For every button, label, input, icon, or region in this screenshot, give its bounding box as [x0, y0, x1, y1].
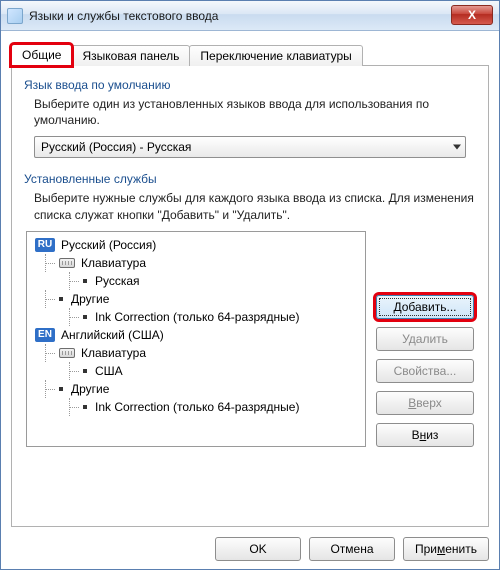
dialog-window: Языки и службы текстового ввода X Общие … [0, 0, 500, 570]
apply-button[interactable]: Применить [403, 537, 489, 561]
bullet-icon [59, 387, 63, 391]
button-label: Вверх [408, 396, 441, 410]
add-button[interactable]: Добавить... [376, 295, 474, 319]
lang-badge-ru: RU [35, 238, 55, 252]
bullet-icon [83, 279, 87, 283]
bullet-icon [83, 405, 87, 409]
default-language-combo[interactable]: Русский (Россия) - Русская [34, 136, 466, 158]
down-button[interactable]: Вниз [376, 423, 474, 447]
button-label: Удалить [402, 332, 448, 346]
tree-label: США [95, 364, 123, 378]
tree-label: Клавиатура [81, 346, 146, 360]
lang-badge-en: EN [35, 328, 55, 342]
bullet-icon [83, 369, 87, 373]
close-icon: X [468, 8, 476, 22]
remove-button[interactable]: Удалить [376, 327, 474, 351]
group-title: Язык ввода по умолчанию [24, 78, 476, 92]
combo-value: Русский (Россия) - Русская [41, 140, 191, 154]
window-title: Языки и службы текстового ввода [29, 9, 218, 23]
language-tree[interactable]: RU Русский (Россия) Клавиатура Русская [26, 231, 366, 447]
group-default-language: Язык ввода по умолчанию Выберите один из… [24, 78, 476, 158]
ok-button[interactable]: OK [215, 537, 301, 561]
close-button[interactable]: X [451, 5, 493, 25]
tree-label: Русский (Россия) [61, 238, 156, 252]
keyboard-icon [59, 258, 75, 268]
tab-label: Общие [22, 48, 61, 62]
titlebar: Языки и службы текстового ввода X [1, 1, 499, 31]
dialog-buttons: OK Отмена Применить [11, 527, 489, 561]
tab-label: Переключение клавиатуры [200, 49, 351, 63]
tree-label: Другие [71, 292, 109, 306]
side-buttons: Добавить... Удалить Свойства... Вверх Вн [376, 231, 474, 447]
group-desc: Выберите один из установленных языков вв… [34, 96, 476, 128]
tree-keyboard-ru[interactable]: Клавиатура [31, 254, 361, 272]
tab-panel-general: Язык ввода по умолчанию Выберите один из… [11, 65, 489, 527]
keyboard-icon [59, 348, 75, 358]
tree-label: Другие [71, 382, 109, 396]
client-area: Общие Языковая панель Переключение клави… [1, 31, 499, 569]
tab-keyboard-switch[interactable]: Переключение клавиатуры [189, 45, 362, 66]
button-label: Свойства... [394, 364, 457, 378]
tree-label: Русская [95, 274, 140, 288]
tree-other-item-ru[interactable]: Ink Correction (только 64-разрядные) [31, 308, 361, 326]
button-label: Отмена [330, 542, 373, 556]
tree-other-ru[interactable]: Другие [31, 290, 361, 308]
tab-general[interactable]: Общие [11, 44, 72, 66]
tree-layout-ru[interactable]: Русская [31, 272, 361, 290]
cancel-button[interactable]: Отмена [309, 537, 395, 561]
tree-label: Клавиатура [81, 256, 146, 270]
up-button[interactable]: Вверх [376, 391, 474, 415]
services-area: RU Русский (Россия) Клавиатура Русская [26, 231, 474, 447]
bullet-icon [83, 315, 87, 319]
tree-other-en[interactable]: Другие [31, 380, 361, 398]
tree-keyboard-en[interactable]: Клавиатура [31, 344, 361, 362]
chevron-down-icon [453, 145, 461, 150]
group-title: Установленные службы [24, 172, 476, 186]
tree-layout-en[interactable]: США [31, 362, 361, 380]
bullet-icon [59, 297, 63, 301]
button-label: OK [249, 542, 266, 556]
tree-label: Ink Correction (только 64-разрядные) [95, 400, 299, 414]
tree-lang-ru[interactable]: RU Русский (Россия) [31, 236, 361, 254]
button-label: Применить [415, 542, 477, 556]
tab-label: Языковая панель [82, 49, 179, 63]
tree-label: Ink Correction (только 64-разрядные) [95, 310, 299, 324]
button-label: Добавить... [393, 300, 456, 314]
group-desc: Выберите нужные службы для каждого языка… [34, 190, 476, 222]
tree-lang-en[interactable]: EN Английский (США) [31, 326, 361, 344]
button-label: Вниз [412, 428, 439, 442]
group-installed-services: Установленные службы Выберите нужные слу… [24, 172, 476, 446]
tab-strip: Общие Языковая панель Переключение клави… [11, 41, 489, 65]
properties-button[interactable]: Свойства... [376, 359, 474, 383]
tree-label: Английский (США) [61, 328, 164, 342]
app-icon [7, 8, 23, 24]
tree-other-item-en[interactable]: Ink Correction (только 64-разрядные) [31, 398, 361, 416]
tab-language-bar[interactable]: Языковая панель [71, 45, 190, 66]
